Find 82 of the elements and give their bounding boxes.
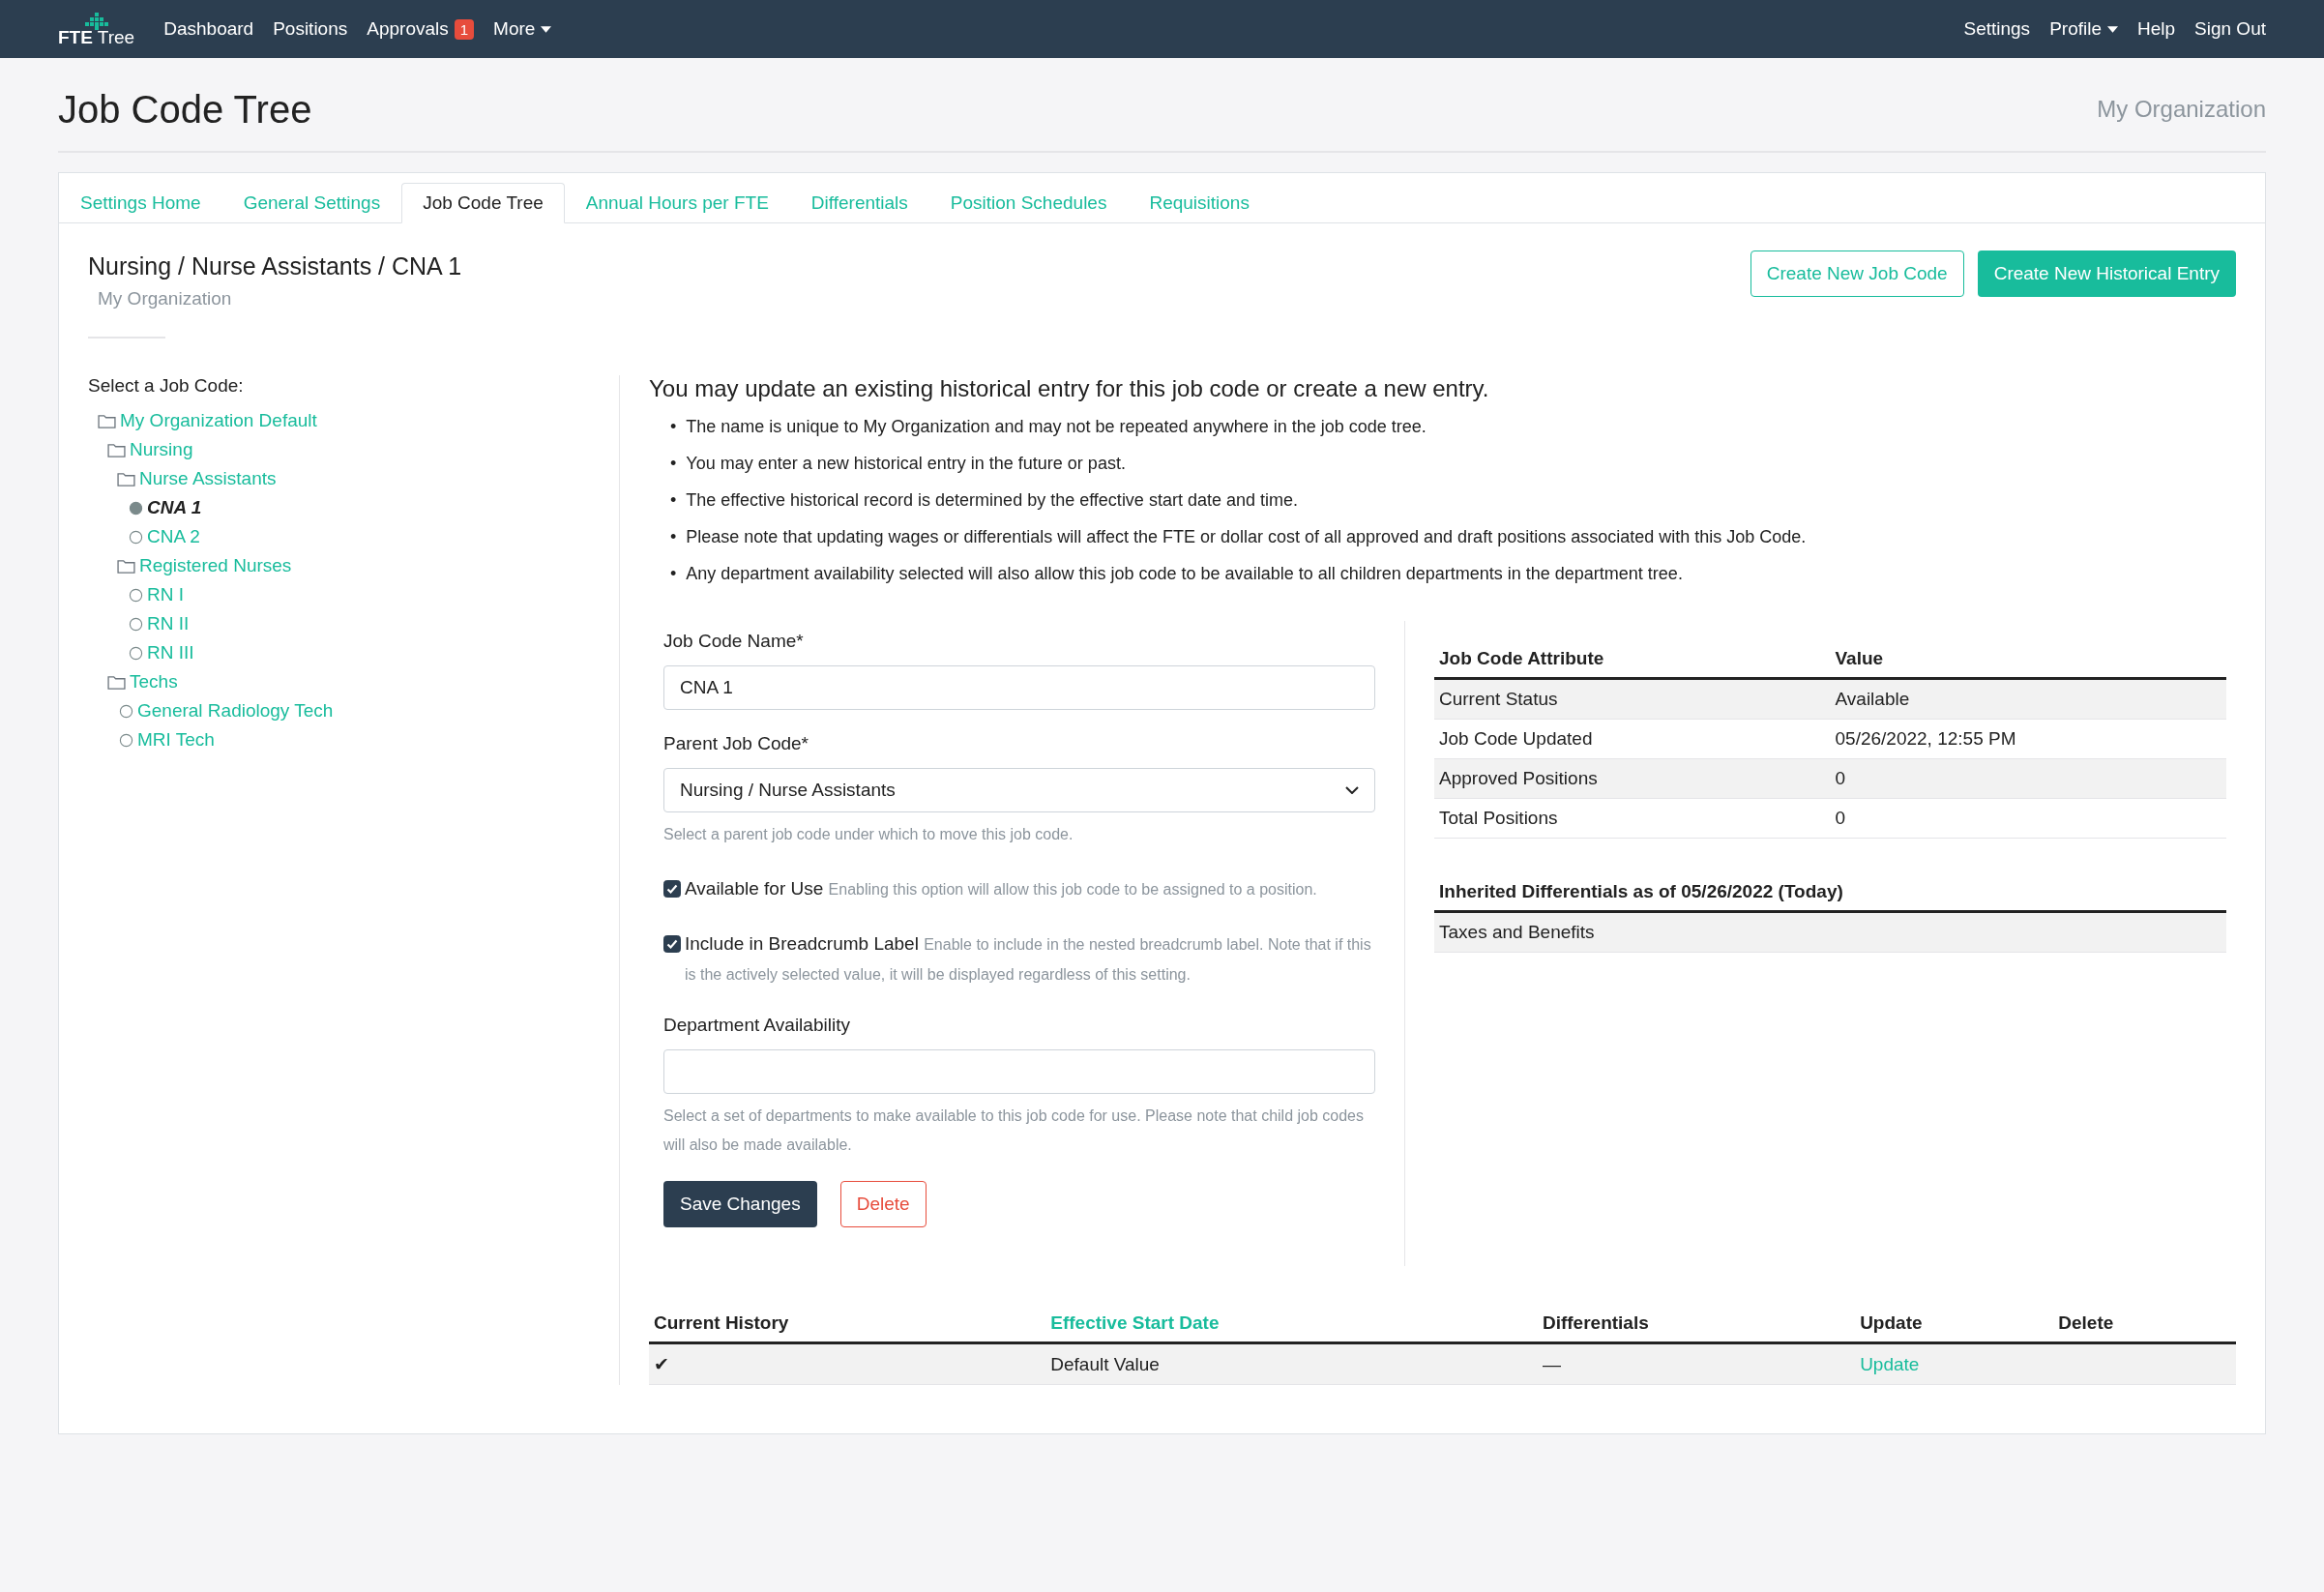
save-button[interactable]: Save Changes [663, 1181, 817, 1227]
nav-link[interactable]: Sign Out [2194, 18, 2266, 40]
breadcrumb-title: Nursing / Nurse Assistants / CNA 1 [88, 252, 462, 280]
bullet-marker: • [670, 416, 677, 438]
nav-dropdown[interactable]: More [493, 18, 552, 40]
bullet-text: You may enter a new historical entry in the future or past. [686, 453, 1126, 475]
nav-link[interactable]: Approvals 1 [367, 18, 475, 40]
chevron-down-icon [1345, 786, 1359, 794]
tab[interactable]: General Settings [221, 183, 402, 223]
table-cell: Job Code Updated [1434, 719, 1831, 759]
nav-link[interactable]: Settings [1963, 18, 2031, 40]
folder-icon [117, 558, 135, 574]
table-cell: Approved Positions [1434, 758, 1831, 799]
organization-name: My Organization [2097, 96, 2266, 123]
folder-icon [98, 413, 116, 428]
page-title: Job Code Tree [58, 87, 312, 132]
create-button[interactable]: Create New Historical Entry [1977, 251, 2236, 297]
caret-icon [541, 25, 552, 33]
table-cell: Taxes and Benefits [1434, 911, 2226, 953]
help-text: Select a set of departments to make available to this job code for use. Please note that child job codes will also be made available. [663, 1106, 1365, 1155]
department-field[interactable] [663, 1049, 1375, 1094]
tab[interactable]: Job Code Tree [401, 183, 565, 223]
bullet-text: The name is unique to My Organization and may not be repeated anywhere in the job code tree. [686, 416, 1427, 438]
table-cell: 0 [1830, 798, 2226, 839]
text-field[interactable]: CNA 1 [663, 665, 1375, 710]
nav-dropdown[interactable]: Profile [2049, 18, 2118, 40]
nav-link[interactable]: Dashboard [163, 18, 254, 40]
checkbox[interactable] [663, 880, 681, 898]
checkbox-label[interactable]: Available for Use Enabling this option will allow this job code to be assigned to a position. [685, 874, 1317, 904]
bullet-text: The effective historical record is determined by the effective start date and time. [686, 489, 1298, 512]
tab[interactable]: Differentials [789, 183, 929, 223]
bullet-marker: • [670, 526, 677, 548]
bullet-marker: • [670, 453, 677, 475]
create-button[interactable]: Create New Job Code [1750, 251, 1964, 297]
folder-icon [107, 674, 126, 690]
tab[interactable]: Settings Home [59, 183, 222, 223]
field-label: Job Code Name* [663, 631, 805, 652]
folder-icon [117, 471, 135, 486]
tree-item[interactable]: Nurse Assistants [139, 468, 277, 489]
table-cell: Available [1830, 678, 2226, 720]
tree-item[interactable]: Registered Nurses [139, 555, 292, 576]
tree-item[interactable]: CNA 2 [147, 526, 200, 547]
field-label: Department Availability [663, 1015, 851, 1036]
bullet-marker: • [670, 563, 677, 585]
tree-item[interactable]: RN II [147, 613, 190, 634]
tree-item[interactable]: CNA 1 [147, 497, 202, 518]
table-cell: Total Positions [1434, 798, 1831, 839]
checkbox[interactable] [663, 935, 681, 953]
logo-text[interactable]: FTE Tree [58, 27, 135, 46]
tree-item[interactable]: MRI Tech [137, 729, 215, 751]
tree-item[interactable]: General Radiology Tech [137, 700, 334, 722]
tab[interactable]: Annual Hours per FTE [564, 183, 790, 223]
folder-icon [107, 442, 126, 457]
select-field[interactable]: Nursing / Nurse Assistants [663, 768, 1375, 812]
delete-button[interactable]: Delete [839, 1181, 927, 1227]
nav-link[interactable]: Help [2137, 18, 2176, 40]
count-badge: 1 [454, 18, 475, 40]
table-cell: — [1537, 1342, 1856, 1385]
tree-item[interactable]: Nursing [130, 439, 193, 460]
tree-item[interactable]: RN III [147, 642, 194, 663]
organization-name: My Organization [98, 288, 233, 310]
bullet-text: Any department availability selected will also allow this job code to be available to all children departments in the department tree. [686, 563, 1683, 585]
checkbox-label[interactable]: Include in Breadcrumb Label Enable to include in the nested breadcrumb label. Note that if this is the actively selected value, it will be displayed regardless of this setting. [685, 929, 1375, 989]
bullet-marker: • [670, 489, 677, 512]
field-label: Parent Job Code* [663, 733, 809, 754]
caret-icon [2107, 25, 2118, 33]
intro-heading: You may update an existing historical entry for this job code or create a new entry. [649, 375, 1490, 402]
table-cell: 05/26/2022, 12:55 PM [1830, 719, 2226, 759]
tree-item[interactable]: My Organization Default [120, 410, 317, 431]
help-text: Select a parent job code under which to move this job code. [663, 825, 1074, 844]
table-cell: Current Status [1434, 678, 1831, 720]
tree-item[interactable]: RN I [147, 584, 184, 605]
table-cell: Default Value [1045, 1342, 1538, 1385]
update-link[interactable]: Update [1860, 1353, 1920, 1374]
tab[interactable]: Requisitions [1128, 183, 1271, 223]
table-cell: 0 [1830, 758, 2226, 799]
nav-link[interactable]: Positions [273, 18, 348, 40]
tree-item[interactable]: Techs [130, 671, 178, 693]
bullet-text: Please note that updating wages or differentials will affect the FTE or dollar cost of all approved and draft positions associated with this Job Code. [686, 526, 1807, 548]
table-cell: ✔ [649, 1342, 1046, 1385]
tree-label: Select a Job Code: [88, 375, 245, 397]
tab[interactable]: Position Schedules [928, 183, 1129, 223]
